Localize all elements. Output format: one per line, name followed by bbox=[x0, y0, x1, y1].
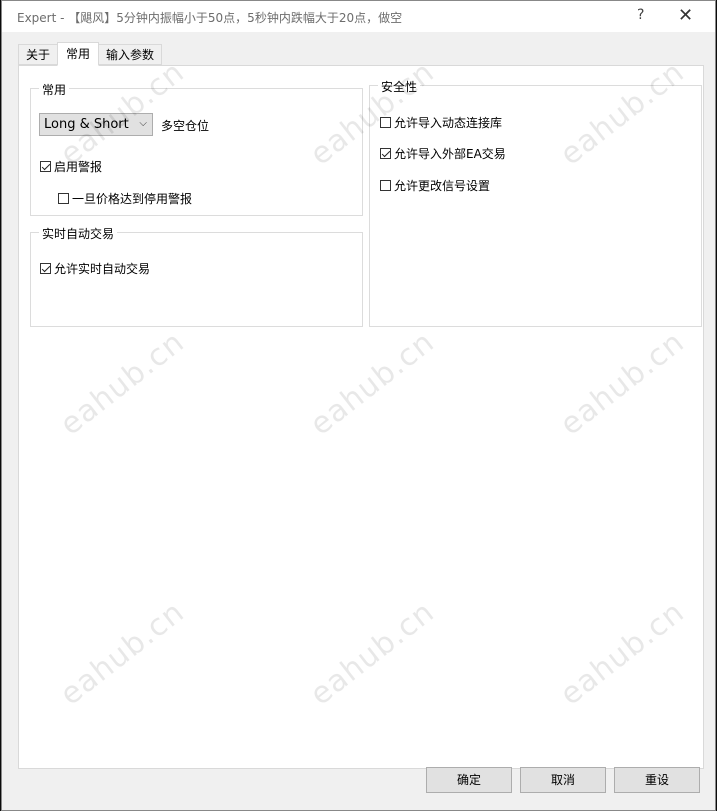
common-group: 常用 Long & Short ⌵ 多空仓位 启用警报 一旦价格达到停用警报 bbox=[30, 81, 363, 216]
live-trading-group: 实时自动交易 允许实时自动交易 bbox=[30, 225, 363, 327]
allow-live-trading-checkbox[interactable]: 允许实时自动交易 bbox=[40, 260, 150, 277]
enable-alert-checkbox[interactable]: 启用警报 bbox=[40, 158, 102, 175]
tab-panel-common: 常用 Long & Short ⌵ 多空仓位 启用警报 一旦价格达到停用警报 实… bbox=[18, 54, 704, 769]
watermark: eahub.cn bbox=[303, 594, 442, 713]
reset-button[interactable]: 重设 bbox=[614, 767, 700, 793]
close-icon[interactable]: ✕ bbox=[678, 5, 693, 26]
tab-inputs[interactable]: 输入参数 bbox=[98, 44, 163, 65]
position-mode-value: Long & Short bbox=[44, 117, 129, 132]
watermark: eahub.cn bbox=[553, 594, 692, 713]
watermark: eahub.cn bbox=[553, 324, 692, 443]
checkbox-checked-icon bbox=[40, 263, 51, 274]
checkbox-unchecked-icon bbox=[380, 180, 391, 191]
allow-external-ea-checkbox[interactable]: 允许导入外部EA交易 bbox=[380, 145, 506, 162]
checkbox-unchecked-icon bbox=[380, 117, 391, 128]
security-group: 安全性 允许导入动态连接库 允许导入外部EA交易 允许更改信号设置 bbox=[369, 78, 702, 327]
allow-live-trading-label: 允许实时自动交易 bbox=[54, 262, 151, 276]
common-group-title: 常用 bbox=[39, 81, 70, 98]
allow-signal-change-checkbox[interactable]: 允许更改信号设置 bbox=[380, 177, 490, 194]
position-mode-select[interactable]: Long & Short ⌵ bbox=[39, 113, 153, 136]
cancel-button[interactable]: 取消 bbox=[520, 767, 606, 793]
window-title: Expert - 【飓风】5分钟内振幅小于50点，5秒钟内跌幅大于20点，做空 bbox=[17, 11, 403, 25]
tab-about[interactable]: 关于 bbox=[18, 44, 59, 65]
expert-dialog: Expert - 【飓风】5分钟内振幅小于50点，5秒钟内跌幅大于20点，做空 … bbox=[1, 0, 716, 811]
watermark: eahub.cn bbox=[53, 594, 192, 713]
tab-common[interactable]: 常用 bbox=[57, 42, 100, 66]
ok-button[interactable]: 确定 bbox=[426, 767, 512, 793]
disable-alert-on-price-checkbox[interactable]: 一旦价格达到停用警报 bbox=[58, 190, 192, 207]
checkbox-unchecked-icon bbox=[58, 193, 69, 204]
security-group-title: 安全性 bbox=[378, 78, 421, 95]
help-icon[interactable]: ? bbox=[637, 7, 644, 23]
tab-strip: 关于 常用 输入参数 bbox=[18, 42, 163, 66]
allow-external-ea-label: 允许导入外部EA交易 bbox=[394, 147, 506, 161]
enable-alert-label: 启用警报 bbox=[54, 160, 103, 174]
title-bar: Expert - 【飓风】5分钟内振幅小于50点，5秒钟内跌幅大于20点，做空 … bbox=[2, 1, 715, 32]
allow-signal-change-label: 允许更改信号设置 bbox=[394, 179, 491, 193]
checkbox-checked-icon bbox=[380, 148, 391, 159]
dialog-client: 关于 常用 输入参数 常用 Long & Short ⌵ 多空仓位 启用警报 一… bbox=[2, 32, 715, 810]
checkbox-checked-icon bbox=[40, 161, 51, 172]
live-trading-group-title: 实时自动交易 bbox=[39, 225, 118, 242]
allow-dll-label: 允许导入动态连接库 bbox=[394, 116, 503, 130]
watermark: eahub.cn bbox=[53, 324, 192, 443]
disable-alert-on-price-label: 一旦价格达到停用警报 bbox=[72, 192, 193, 206]
allow-dll-checkbox[interactable]: 允许导入动态连接库 bbox=[380, 114, 502, 131]
position-mode-label: 多空仓位 bbox=[161, 119, 210, 133]
chevron-down-icon: ⌵ bbox=[139, 118, 147, 129]
watermark: eahub.cn bbox=[303, 324, 442, 443]
